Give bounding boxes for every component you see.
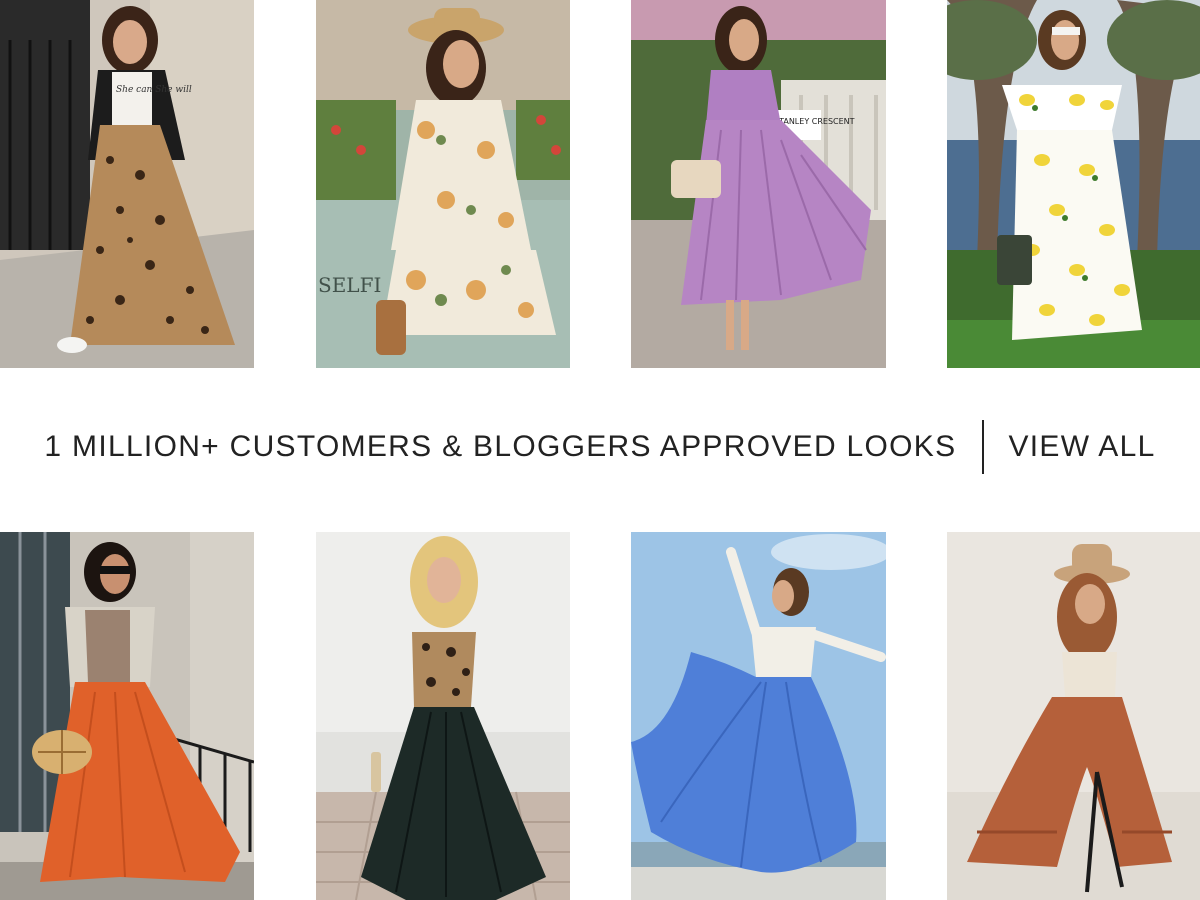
look-image: She can She will xyxy=(0,0,254,368)
shirt-text: She can She will xyxy=(116,85,192,95)
look-photo-lemon-print-dress[interactable] xyxy=(947,0,1200,368)
approved-looks-banner: 1 MILLION+ CUSTOMERS & BLOGGERS APPROVED… xyxy=(0,418,1200,476)
look-photo-black-maxi-skirt[interactable] xyxy=(316,532,570,900)
approved-looks-headline: 1 MILLION+ CUSTOMERS & BLOGGERS APPROVED… xyxy=(44,430,957,463)
sign-text: SELFI xyxy=(318,273,381,297)
look-image xyxy=(631,532,886,900)
view-all-link[interactable]: VIEW ALL xyxy=(1008,430,1155,464)
street-sign-text: STANLEY CRESCENT xyxy=(774,117,855,126)
look-photo-floral-dress[interactable]: SELFI xyxy=(316,0,570,368)
look-image xyxy=(947,0,1200,368)
look-photo-blue-flowing-skirt[interactable] xyxy=(631,532,886,900)
look-photo-leopard-maxi-skirt[interactable]: She can She will xyxy=(0,0,254,368)
look-image xyxy=(947,532,1200,900)
look-image: STANLEY CRESCENT xyxy=(631,0,886,368)
look-photo-lilac-pleated-dress[interactable]: STANLEY CRESCENT xyxy=(631,0,886,368)
look-photo-orange-maxi-skirt[interactable] xyxy=(0,532,254,900)
look-image xyxy=(316,532,570,900)
banner-divider xyxy=(982,420,985,474)
look-image: SELFI xyxy=(316,0,570,368)
look-photo-rust-wide-leg-pants[interactable] xyxy=(947,532,1200,900)
look-image xyxy=(0,532,254,900)
